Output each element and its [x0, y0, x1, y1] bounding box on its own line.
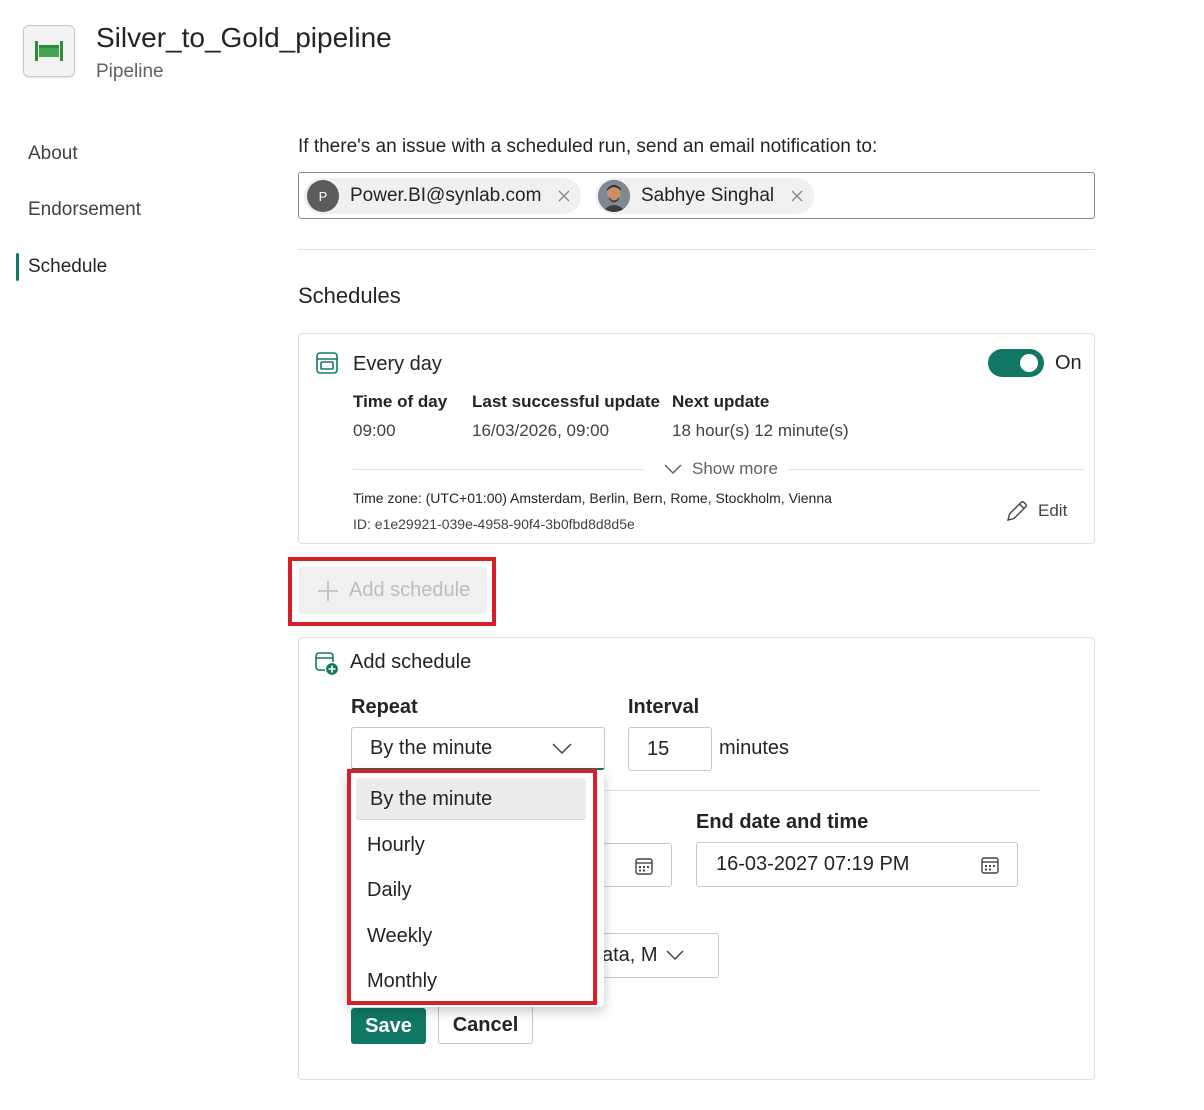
close-icon[interactable] [790, 189, 804, 203]
nav-item-endorsement[interactable]: Endorsement [28, 197, 141, 223]
schedule-toggle[interactable] [988, 349, 1044, 377]
interval-input[interactable]: 15 [628, 727, 712, 771]
highlight-box [347, 769, 597, 1005]
time-of-day-value: 09:00 [353, 421, 396, 440]
edit-button[interactable]: Edit [1005, 499, 1067, 523]
calendar-icon [315, 351, 339, 380]
divider [298, 249, 1095, 250]
recipient-chip: Sabhye Singhal [595, 178, 815, 214]
edit-label: Edit [1038, 501, 1068, 520]
interval-unit: minutes [719, 737, 790, 759]
notification-label: If there's an issue with a scheduled run… [298, 136, 878, 157]
chevron-down-icon [664, 464, 682, 475]
timezone-value: ata, M [602, 944, 658, 966]
time-of-day-header: Time of day [353, 392, 448, 411]
repeat-label: Repeat [351, 696, 418, 718]
end-date-input[interactable]: 16-03-2027 07:19 PM [696, 842, 1018, 887]
nav-active-indicator [16, 253, 19, 281]
pipeline-icon [23, 25, 75, 77]
save-button[interactable]: Save [351, 1008, 426, 1044]
recipient-name: Power.BI@synlab.com [350, 185, 542, 206]
page-subtitle: Pipeline [96, 61, 164, 82]
last-update-value: 16/03/2026, 09:00 [472, 421, 610, 440]
schedule-timezone: Time zone: (UTC+01:00) Amsterdam, Berlin… [353, 490, 832, 506]
show-more-label: Show more [692, 459, 778, 478]
divider [789, 469, 1084, 470]
end-date-value: 16-03-2027 07:19 PM [716, 853, 910, 875]
repeat-dropdown[interactable]: By the minute [351, 727, 605, 770]
nav-item-about[interactable]: About [28, 141, 78, 167]
last-update-header: Last successful update [472, 392, 661, 411]
calendar-icon[interactable] [981, 856, 999, 874]
avatar: P [307, 180, 339, 212]
chevron-down-icon [666, 950, 684, 961]
recipients-input[interactable]: P Power.BI@synlab.com Sabhye Singhal [298, 172, 1095, 219]
repeat-value: By the minute [370, 736, 493, 759]
recipient-chip: P Power.BI@synlab.com [304, 178, 582, 214]
chevron-down-icon [552, 743, 572, 755]
toggle-label: On [1055, 352, 1082, 374]
form-title: Add schedule [350, 651, 472, 673]
schedule-title: Every day [353, 353, 442, 375]
calendar-icon[interactable] [635, 857, 653, 875]
show-more-button[interactable]: Show more [664, 459, 778, 479]
interval-value: 15 [647, 737, 670, 760]
cancel-button[interactable]: Cancel [438, 1006, 533, 1044]
interval-label: Interval [628, 696, 700, 718]
pencil-icon [1007, 501, 1027, 521]
highlight-box [288, 557, 496, 626]
next-update-value: 18 hour(s) 12 minute(s) [672, 421, 849, 440]
page-title: Silver_to_Gold_pipeline [96, 22, 392, 53]
calendar-add-icon [314, 651, 340, 682]
schedule-card: Every day On Time of day 09:00 Last succ… [298, 333, 1095, 544]
end-date-label: End date and time [696, 811, 869, 833]
avatar [598, 180, 630, 212]
close-icon[interactable] [557, 189, 571, 203]
next-update-header: Next update [672, 392, 770, 411]
divider [353, 469, 643, 470]
recipient-name: Sabhye Singhal [641, 185, 775, 206]
nav-item-schedule[interactable]: Schedule [28, 254, 107, 280]
schedule-id: ID: e1e29921-039e-4958-90f4-3b0fbd8d8d5e [353, 516, 635, 532]
schedules-heading: Schedules [298, 283, 401, 308]
